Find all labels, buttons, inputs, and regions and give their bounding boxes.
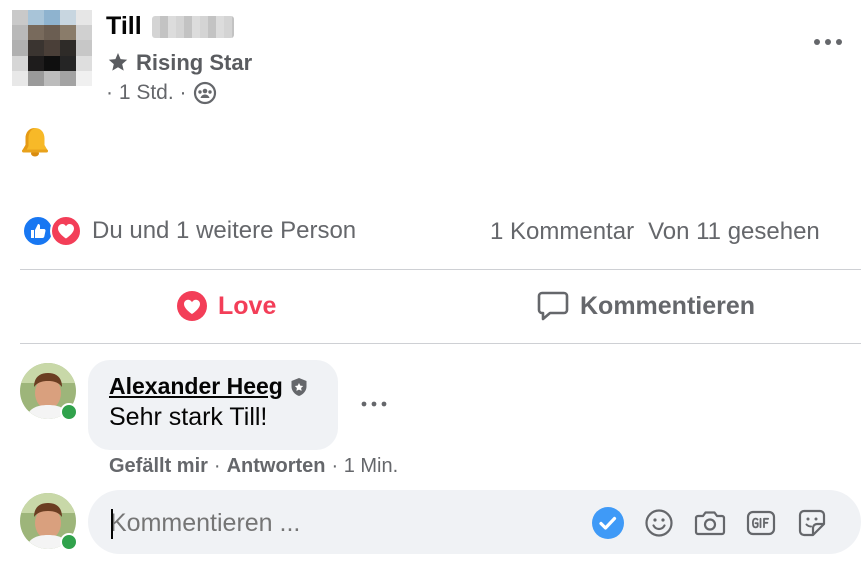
rising-star-badge[interactable]: Rising Star <box>106 50 252 76</box>
love-reaction-icon <box>50 215 82 247</box>
gif-button[interactable] <box>744 506 778 540</box>
comment-time[interactable]: · 1 Min. <box>331 455 398 478</box>
more-dots-icon <box>814 39 842 45</box>
love-label: Love <box>218 291 277 320</box>
emoji-button[interactable] <box>642 506 676 540</box>
camera-icon <box>694 511 726 536</box>
sticker-icon <box>798 509 826 537</box>
comment-meta: Gefällt mir · Antworten · 1 Min. <box>109 455 398 478</box>
badge-label: Rising Star <box>136 50 253 75</box>
post-meta: · 1 Std. · <box>106 81 217 105</box>
gif-icon <box>746 510 776 536</box>
comment-bubble-icon <box>537 291 569 321</box>
seen-count[interactable]: Von 11 gesehen <box>648 218 820 246</box>
comment-label: Kommentieren <box>580 291 756 320</box>
redacted-last-name <box>152 16 234 38</box>
online-status-dot <box>60 533 78 551</box>
author-avatar[interactable] <box>12 10 92 86</box>
comment-text: Sehr stark Till! <box>109 403 268 431</box>
divider <box>20 269 861 270</box>
current-user-avatar[interactable] <box>20 493 78 551</box>
reactions-summary[interactable]: Du und 1 weitere Person <box>22 215 356 247</box>
commenter-avatar[interactable] <box>20 363 78 421</box>
reactions-text: Du und 1 weitere Person <box>92 217 357 244</box>
text-caret <box>111 509 113 539</box>
online-status-dot <box>60 403 78 421</box>
shield-badge-icon <box>291 377 307 396</box>
divider <box>20 343 861 344</box>
check-circle-icon <box>592 507 624 539</box>
comment-more-options-button[interactable] <box>358 392 390 416</box>
love-button[interactable]: Love <box>176 284 276 328</box>
post-more-options-button[interactable] <box>808 28 848 56</box>
meta-separator: · <box>213 455 221 477</box>
submit-check-button[interactable] <box>591 506 625 540</box>
post-content <box>20 126 50 163</box>
commenter-name[interactable]: Alexander Heeg <box>109 373 283 400</box>
heart-icon <box>177 291 207 321</box>
comment-button[interactable]: Kommentieren <box>536 284 755 328</box>
more-dots-icon <box>361 401 387 407</box>
composer-tools <box>591 506 829 540</box>
comment-reply-link[interactable]: Antworten <box>227 455 326 478</box>
photo-button[interactable] <box>693 506 727 540</box>
star-badge-icon <box>108 53 128 71</box>
bell-icon <box>22 128 48 157</box>
group-audience-icon <box>193 81 216 105</box>
author-name[interactable]: Till <box>106 12 142 41</box>
post-stats: 1 Kommentar Von 11 gesehen <box>490 218 820 246</box>
commenter-row: Alexander Heeg <box>109 373 309 400</box>
smiley-icon <box>645 509 673 537</box>
comment-like-link[interactable]: Gefällt mir <box>109 455 208 478</box>
sticker-button[interactable] <box>795 506 829 540</box>
post-time[interactable]: · 1 Std. · <box>106 81 187 105</box>
comment-count[interactable]: 1 Kommentar <box>490 218 634 246</box>
comment-input[interactable] <box>110 509 570 538</box>
